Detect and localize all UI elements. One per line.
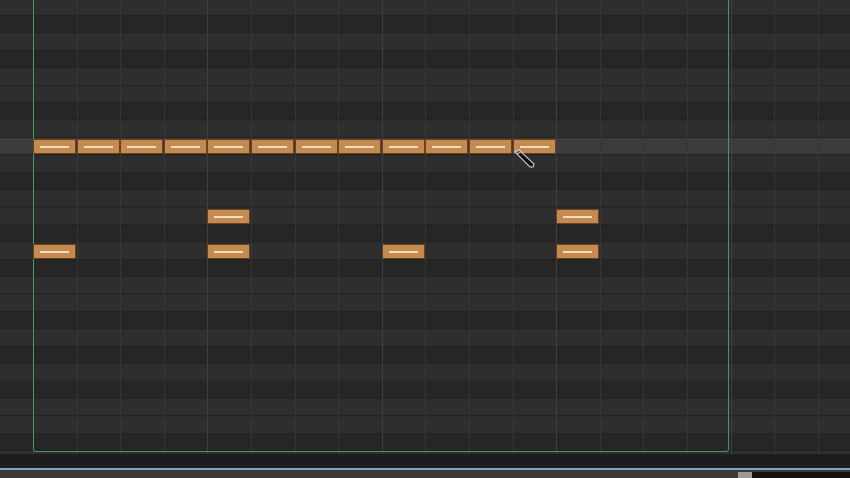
note-velocity-line xyxy=(171,146,200,148)
beat-gridline xyxy=(425,0,426,454)
note-velocity-line xyxy=(563,251,592,253)
note-velocity-line xyxy=(432,146,461,148)
bottom-bar xyxy=(0,454,850,478)
beat-gridline xyxy=(382,0,383,454)
midi-note[interactable] xyxy=(556,209,599,224)
beat-gridline xyxy=(164,0,165,454)
midi-note[interactable] xyxy=(513,139,556,154)
note-velocity-line xyxy=(214,146,243,148)
note-velocity-line xyxy=(563,216,592,218)
midi-note[interactable] xyxy=(382,139,425,154)
scrollbar-end xyxy=(752,472,850,478)
midi-note[interactable] xyxy=(33,244,76,259)
midi-note[interactable] xyxy=(207,139,250,154)
midi-note[interactable] xyxy=(164,139,207,154)
beat-gridline xyxy=(77,0,78,454)
beat-gridline xyxy=(207,0,208,454)
note-velocity-line xyxy=(214,251,243,253)
beat-gridline xyxy=(818,0,819,454)
piano-roll-editor xyxy=(0,0,850,478)
note-grid[interactable] xyxy=(0,0,850,454)
note-velocity-line xyxy=(40,146,69,148)
note-velocity-line xyxy=(520,146,549,148)
beat-gridline xyxy=(295,0,296,454)
note-velocity-line xyxy=(127,146,156,148)
beat-gridline xyxy=(33,0,34,454)
midi-note[interactable] xyxy=(33,139,76,154)
midi-note[interactable] xyxy=(382,244,425,259)
midi-note[interactable] xyxy=(120,139,163,154)
beat-gridline xyxy=(338,0,339,454)
note-velocity-line xyxy=(40,251,69,253)
note-velocity-line xyxy=(389,146,418,148)
beat-gridline xyxy=(774,0,775,454)
horizontal-scrollbar[interactable] xyxy=(0,468,850,478)
midi-note[interactable] xyxy=(338,139,381,154)
beat-gridline xyxy=(469,0,470,454)
midi-note[interactable] xyxy=(251,139,294,154)
beat-gridline xyxy=(600,0,601,454)
scrollbar-thumb[interactable] xyxy=(738,472,752,478)
note-velocity-line xyxy=(302,146,331,148)
midi-note[interactable] xyxy=(77,139,120,154)
beat-gridline xyxy=(120,0,121,454)
note-velocity-line xyxy=(84,146,113,148)
note-velocity-line xyxy=(389,251,418,253)
beat-gridline xyxy=(643,0,644,454)
note-velocity-line xyxy=(258,146,287,148)
note-velocity-line xyxy=(476,146,505,148)
midi-note[interactable] xyxy=(469,139,512,154)
note-velocity-line xyxy=(345,146,374,148)
beat-gridline xyxy=(513,0,514,454)
midi-note[interactable] xyxy=(295,139,338,154)
midi-note[interactable] xyxy=(425,139,468,154)
beat-gridline xyxy=(731,0,732,454)
beat-gridline xyxy=(556,0,557,454)
midi-note[interactable] xyxy=(207,209,250,224)
beat-gridline xyxy=(687,0,688,454)
beat-gridline xyxy=(251,0,252,454)
midi-note[interactable] xyxy=(207,244,250,259)
note-velocity-line xyxy=(214,216,243,218)
midi-note[interactable] xyxy=(556,244,599,259)
